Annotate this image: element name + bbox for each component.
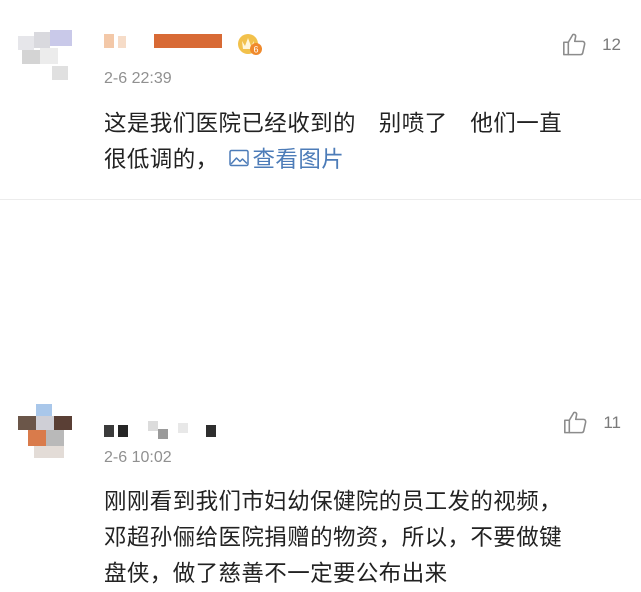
comment-text: 刚刚看到我们市妇幼保健院的员工发的视频， 邓超孙俪给医院捐赠的物资，所以，不要做…: [104, 484, 624, 592]
username-masked[interactable]: [104, 421, 224, 439]
image-icon: [219, 142, 253, 178]
like-count: 12: [602, 34, 621, 54]
comment-text-line: 这是我们医院已经收到的 别喷了 他们一直: [104, 111, 563, 137]
comment-text-line: 很低调的， 查看图片: [104, 142, 624, 178]
thumbs-up-icon: [562, 409, 589, 436]
view-image-label[interactable]: 查看图片: [253, 142, 345, 178]
comment-time: 2-6 22:39: [104, 70, 172, 87]
view-image-link[interactable]: 查看图片: [219, 142, 345, 178]
like-button[interactable]: 12: [561, 31, 621, 58]
comment-text-line: 邓超孙俪给医院捐赠的物资，所以，不要做键: [104, 525, 563, 551]
comment-item: 2-6 10:02 11 刚刚看到我们市妇幼保健院的员工发的视频， 邓超孙俪给医…: [0, 200, 641, 587]
vip-crown-icon: 6: [236, 30, 262, 56]
comment-time: 2-6 10:02: [104, 449, 172, 466]
thumbs-up-icon: [561, 31, 588, 58]
avatar[interactable]: [18, 28, 72, 82]
comment-item: 6 2-6 22:39 12 这是我们医院已经收到的 别喷了 他们一直 很低调的…: [0, 0, 641, 200]
like-count: 11: [603, 412, 621, 432]
comment-text-line: 盘侠，做了慈善不一定要公布出来: [104, 561, 448, 587]
username-masked[interactable]: [104, 32, 224, 50]
comment-text-line: 刚刚看到我们市妇幼保健院的员工发的视频，: [104, 489, 563, 515]
like-button[interactable]: 11: [562, 409, 621, 436]
avatar[interactable]: [18, 404, 72, 458]
svg-text:6: 6: [253, 45, 258, 55]
comment-text-segment: 很低调的，: [104, 147, 219, 173]
comment-text: 这是我们医院已经收到的 别喷了 他们一直 很低调的， 查看图片: [104, 106, 624, 178]
